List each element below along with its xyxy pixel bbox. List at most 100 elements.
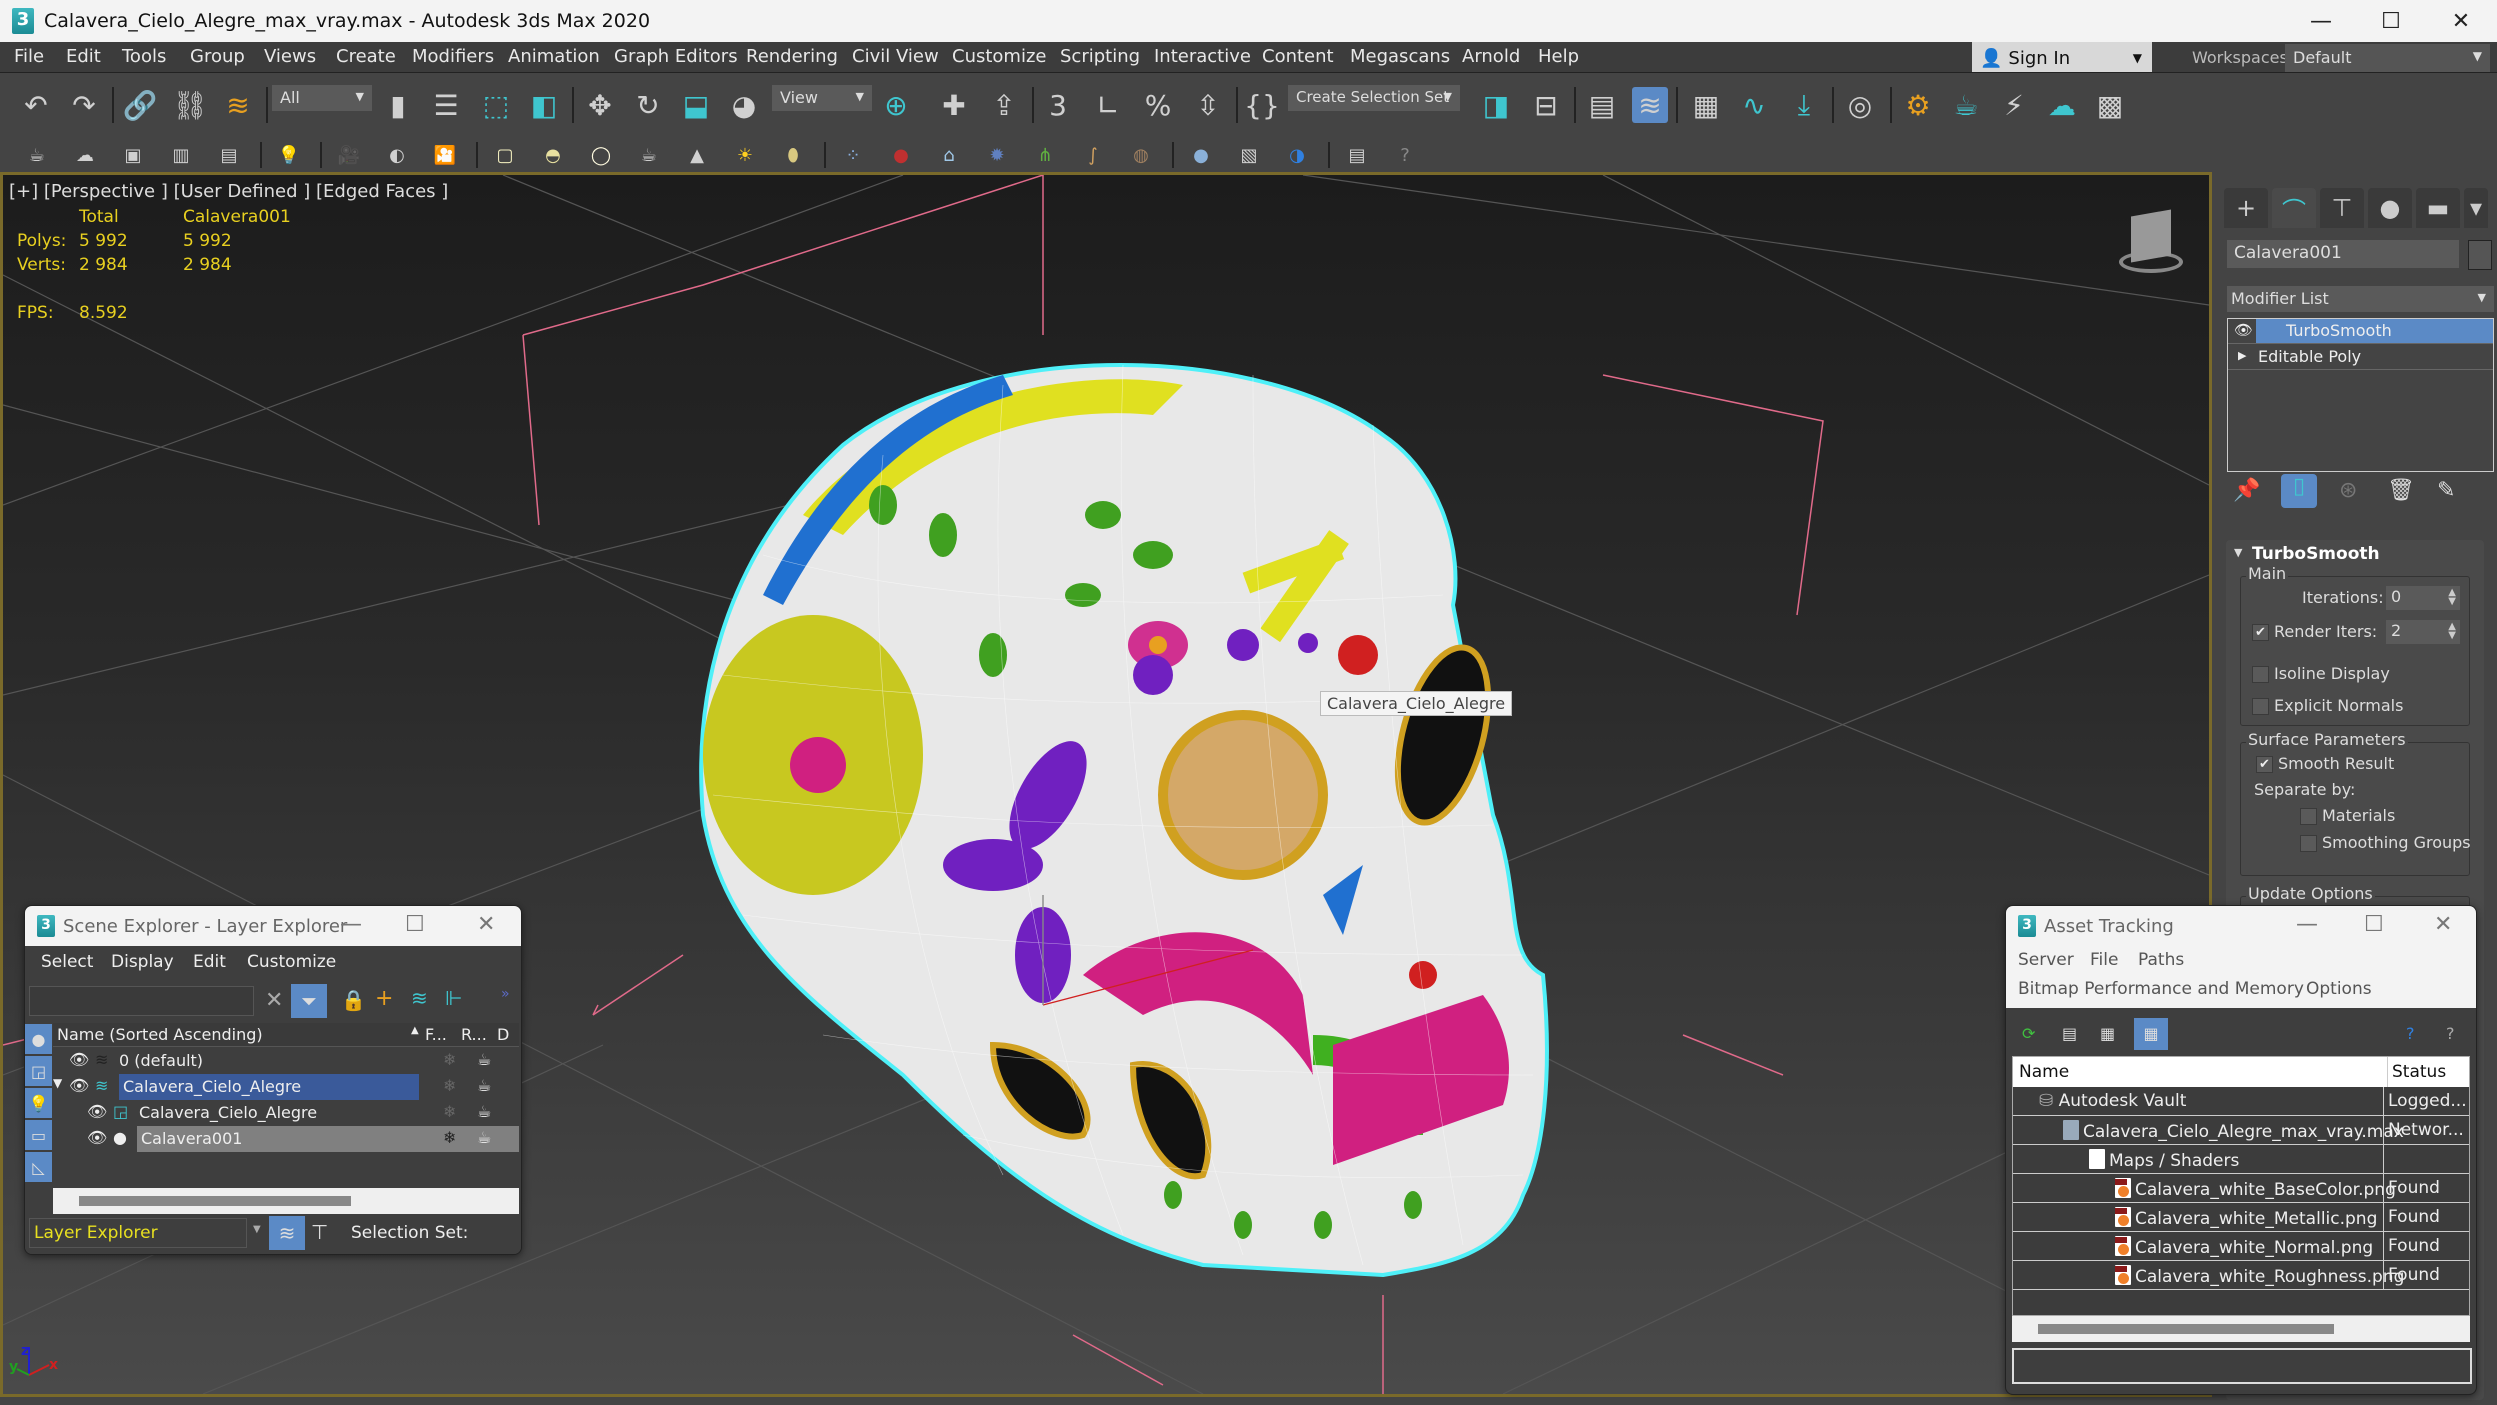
keyboard-shortcut-override-icon[interactable]: ⇪ [986,87,1022,123]
maximize-button[interactable]: ☐ [2364,912,2384,937]
mesh-light-icon[interactable]: ☕ [636,142,662,168]
display-geometry-icon[interactable]: ● [25,1024,52,1054]
hierarchy-tab-icon[interactable]: ⊤ [2320,188,2364,228]
freeze-icon[interactable]: ❄ [443,1128,456,1147]
menu-animation[interactable]: Animation [508,46,600,67]
percent-snap-icon[interactable]: % [1140,87,1176,123]
layer-row[interactable]: 👁 ≋ 0 (default) ❄ ☕ [53,1048,519,1074]
object-color-swatch[interactable] [2468,240,2492,270]
column-name[interactable]: Name [2019,1062,2069,1082]
object-row[interactable]: 👁 ● Calavera001 ❄ ☕ [53,1126,519,1152]
display-shapes-icon[interactable]: ◲ [25,1056,52,1086]
more-tabs-chevron-icon[interactable]: ▾ [2464,188,2488,228]
fur-icon[interactable]: ⌂ [936,142,962,168]
menu-file[interactable]: File [14,46,44,67]
renderable-teapot-icon[interactable]: ☕ [477,1050,491,1069]
reference-coord-dropdown[interactable]: View ▼ [772,85,872,111]
camera-icon[interactable]: 🎥 [336,142,362,168]
expand-arrow-icon[interactable]: ▼ [53,1076,62,1090]
menu-graph-editors[interactable]: Graph Editors [614,46,738,67]
scene-explorer-search-input[interactable] [29,986,254,1016]
maximize-button[interactable]: ☐ [405,912,425,937]
dome-light-icon[interactable]: ◓ [540,142,566,168]
close-button[interactable]: ✕ [2426,0,2496,42]
unlink-icon[interactable]: ⛓ [172,87,208,123]
scene-explorer-titlebar[interactable]: 3 Scene Explorer - Layer Explorer — ☐ ✕ [25,906,521,946]
renderable-teapot-icon[interactable]: ☕ [477,1128,491,1147]
help-icon[interactable]: ? [2406,1024,2415,1043]
render-frame-icon[interactable]: ▣ [120,142,146,168]
modifier-list-dropdown[interactable]: Modifier List ▼ [2227,286,2494,312]
window-crossing-icon[interactable]: ◧ [526,87,562,123]
asset-row[interactable]: Calavera_white_Normal.png Found [2013,1232,2469,1261]
panel-list-icon[interactable]: ▤ [216,142,242,168]
viewport-label[interactable]: [+] [Perspective ] [User Defined ] [Edge… [9,181,448,202]
filter-icon[interactable]: ⏷ [291,984,327,1018]
iterations-spinner[interactable]: 0 ▲ ▼ [2386,586,2460,610]
grass-icon[interactable]: ⋔ [1032,142,1058,168]
menu-create[interactable]: Create [336,46,396,67]
asset-tracking-titlebar[interactable]: 3 Asset Tracking — ☐ ✕ [2006,906,2476,946]
freeze-icon[interactable]: ❄ [443,1050,456,1069]
cloud-icon[interactable]: ☁ [72,142,98,168]
menu-modifiers[interactable]: Modifiers [412,46,494,67]
link-icon[interactable]: 🔗 [122,87,158,123]
select-object-icon[interactable]: ▮ [380,87,416,123]
menu-content[interactable]: Content [1262,46,1334,67]
bind-space-warp-icon[interactable]: ≋ [220,87,256,123]
asset-row[interactable]: Calavera_white_Roughness.png Found [2013,1261,2469,1290]
schematic-view-icon[interactable]: ⤓ [1786,87,1822,123]
material-sphere-icon[interactable]: ● [1188,142,1214,168]
eye-icon[interactable]: 👁 [69,1050,89,1069]
selection-filter-dropdown[interactable]: All ▼ [272,85,372,111]
context-help-icon[interactable]: ? [2446,1024,2455,1043]
renderable-teapot-icon[interactable]: ☕ [477,1076,491,1095]
render-in-cloud-icon[interactable]: ☁ [2044,87,2080,123]
column-display[interactable]: D [497,1025,509,1044]
eye-icon[interactable]: 👁 [87,1102,107,1121]
refresh-icon[interactable]: ⟳ [2022,1024,2035,1043]
remove-modifier-icon[interactable]: 🗑 [2387,478,2415,503]
ies-light-icon[interactable]: ▲ [684,142,710,168]
sign-in-dropdown[interactable]: 👤 Sign In ▼ [1972,42,2152,74]
minimize-button[interactable]: — [340,912,362,937]
sphere-light-icon[interactable]: ◯ [588,142,614,168]
eye-icon[interactable]: 👁 [69,1076,89,1095]
plane-light-icon[interactable]: ▢ [492,142,518,168]
material-library-icon[interactable]: ▧ [1236,142,1262,168]
menu-edit[interactable]: Edit [193,952,226,972]
sun-light-icon[interactable]: ☀ [732,142,758,168]
collapse-arrow-icon[interactable]: ▼ [2234,546,2242,559]
render-iters-checkbox[interactable]: ✔ [2252,624,2269,641]
modify-tab-icon[interactable]: ⌒ [2272,188,2316,228]
place-icon[interactable]: ◕ [726,87,762,123]
make-unique-icon[interactable]: ⊛ [2339,478,2357,503]
redo-icon[interactable]: ↷ [66,87,102,123]
close-button[interactable]: ✕ [477,912,495,937]
dome-camera-icon[interactable]: ◐ [384,142,410,168]
rollout-title[interactable]: TurboSmooth [2252,544,2380,564]
expand-toolbar-icon[interactable]: » [501,986,510,1002]
menu-rendering[interactable]: Rendering [746,46,838,67]
pin-stack-icon[interactable]: 📌 [2233,478,2260,503]
rectangular-selection-icon[interactable]: ⬚ [478,87,514,123]
render-iters-spinner[interactable]: 2 ▲ ▼ [2386,620,2460,644]
configure-modifier-sets-icon[interactable]: ✎ [2437,478,2455,503]
display-helpers-icon[interactable]: ◺ [25,1152,52,1182]
menu-options[interactable]: Options [2306,979,2372,999]
list-view-icon[interactable]: ▤ [2062,1024,2077,1043]
maximize-button[interactable]: ☐ [2356,0,2426,42]
workspaces-dropdown[interactable]: Default ▼ [2285,44,2490,72]
menu-select[interactable]: Select [41,952,93,972]
create-tab-icon[interactable]: + [2224,188,2268,228]
menu-help[interactable]: Help [1538,46,1579,67]
menu-file[interactable]: File [2090,950,2118,970]
expand-arrow-icon[interactable]: ▶ [2238,349,2246,362]
freeze-icon[interactable]: ❄ [443,1102,456,1121]
snaps-toggle-icon[interactable]: 3 [1040,87,1076,123]
eye-icon[interactable]: 👁 [87,1128,107,1147]
undo-icon[interactable]: ↶ [18,87,54,123]
render-production-icon[interactable]: ⚡ [1996,87,2032,123]
minimize-button[interactable]: — [2286,0,2356,42]
material-editor-icon[interactable]: ◎ [1842,87,1878,123]
